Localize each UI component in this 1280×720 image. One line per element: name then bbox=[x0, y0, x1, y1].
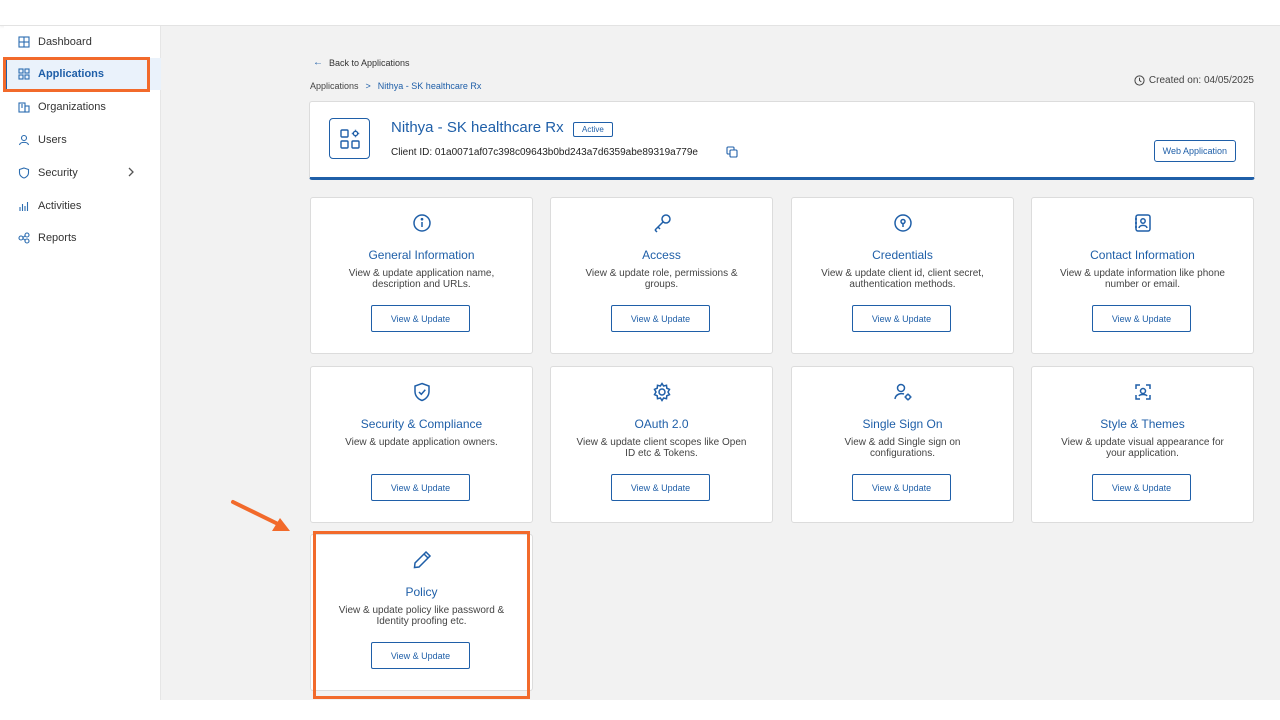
copy-icon[interactable] bbox=[726, 146, 738, 158]
card-general-information: General Information View & update applic… bbox=[310, 197, 533, 354]
shield-check-icon bbox=[411, 381, 433, 403]
card-single-sign-on: Single Sign On View & add Single sign on… bbox=[791, 366, 1014, 523]
key-icon bbox=[651, 212, 673, 234]
applications-icon bbox=[17, 67, 31, 81]
sidebar-item-reports[interactable]: Reports bbox=[4, 222, 161, 254]
breadcrumb: Applications > Nithya - SK healthcare Rx bbox=[310, 81, 481, 91]
card-access: Access View & update role, permissions &… bbox=[550, 197, 773, 354]
organizations-icon bbox=[17, 100, 31, 114]
view-update-button[interactable]: View & Update bbox=[852, 474, 951, 501]
breadcrumb-root[interactable]: Applications bbox=[310, 81, 359, 91]
card-credentials: Credentials View & update client id, cli… bbox=[791, 197, 1014, 354]
sidebar-item-label: Dashboard bbox=[38, 36, 92, 48]
card-description: View & add Single sign on configurations… bbox=[844, 437, 961, 459]
view-update-button[interactable]: View & Update bbox=[1092, 305, 1191, 332]
sidebar: Dashboard Applications Organizations Use… bbox=[4, 26, 161, 700]
pencil-icon bbox=[411, 549, 433, 571]
application-header-card: Nithya - SK healthcare Rx Active Client … bbox=[309, 101, 1255, 180]
web-application-button[interactable]: Web Application bbox=[1153, 140, 1236, 162]
card-contact-information: Contact Information View & update inform… bbox=[1031, 197, 1254, 354]
card-title: Style & Themes bbox=[1100, 417, 1185, 431]
sidebar-item-security[interactable]: Security bbox=[4, 157, 161, 189]
back-link-label: Back to Applications bbox=[329, 57, 410, 68]
view-update-button[interactable]: View & Update bbox=[371, 474, 470, 501]
view-update-button[interactable]: View & Update bbox=[611, 305, 710, 332]
card-description: View & update application name, descript… bbox=[348, 268, 495, 290]
bar-chart-icon bbox=[17, 199, 31, 213]
card-title: Security & Compliance bbox=[360, 417, 483, 431]
card-description: View & update role, permissions & groups… bbox=[585, 268, 738, 290]
view-update-button[interactable]: View & Update bbox=[1092, 474, 1191, 501]
user-icon bbox=[17, 133, 31, 147]
annotation-arrow-icon bbox=[231, 500, 290, 531]
card-description: View & update application owners. bbox=[345, 437, 498, 448]
created-date: Created on: 04/05/2025 bbox=[1134, 75, 1254, 86]
shield-icon bbox=[17, 166, 31, 180]
back-to-applications-link[interactable]: ← Back to Applications bbox=[313, 57, 410, 68]
arrow-left-icon: ← bbox=[313, 57, 323, 68]
reports-icon bbox=[17, 231, 31, 245]
chevron-right-icon[interactable] bbox=[125, 166, 137, 178]
status-badge: Active bbox=[573, 122, 613, 137]
card-description: View & update client scopes like Open ID… bbox=[576, 437, 747, 459]
card-title: Credentials bbox=[872, 248, 933, 262]
card-title: Contact Information bbox=[1090, 248, 1195, 262]
card-title: Access bbox=[642, 248, 681, 262]
application-name: Nithya - SK healthcare Rx bbox=[391, 119, 564, 136]
card-security-compliance: Security & Compliance View & update appl… bbox=[310, 366, 533, 523]
card-description: View & update policy like password & Ide… bbox=[338, 605, 505, 627]
card-oauth: OAuth 2.0 View & update client scopes li… bbox=[550, 366, 773, 523]
lock-circle-icon bbox=[892, 212, 914, 234]
sidebar-item-dashboard[interactable]: Dashboard bbox=[4, 26, 161, 58]
sidebar-item-label: Reports bbox=[38, 232, 77, 244]
client-id-text: Client ID: 01a0071af07c398c09643b0bd243a… bbox=[391, 147, 698, 158]
top-bar bbox=[0, 0, 1280, 26]
view-update-button[interactable]: View & Update bbox=[611, 474, 710, 501]
card-style-themes: Style & Themes View & update visual appe… bbox=[1031, 366, 1254, 523]
contact-card-icon bbox=[1132, 212, 1154, 234]
sidebar-item-label: Users bbox=[38, 134, 67, 146]
view-update-button[interactable]: View & Update bbox=[371, 305, 470, 332]
breadcrumb-current: Nithya - SK healthcare Rx bbox=[377, 81, 482, 91]
card-description: View & update client id, client secret, … bbox=[821, 268, 984, 290]
palette-icon bbox=[1132, 381, 1154, 403]
sidebar-item-organizations[interactable]: Organizations bbox=[4, 91, 161, 123]
sidebar-item-label: Activities bbox=[38, 200, 82, 212]
card-title: Policy bbox=[405, 585, 438, 599]
sidebar-item-activities[interactable]: Activities bbox=[4, 190, 161, 222]
breadcrumb-separator: > bbox=[365, 81, 371, 91]
clock-icon bbox=[1134, 75, 1145, 86]
created-date-text: Created on: 04/05/2025 bbox=[1148, 75, 1254, 86]
dashboard-icon bbox=[17, 35, 31, 49]
card-title: Single Sign On bbox=[862, 417, 943, 431]
application-icon bbox=[329, 118, 370, 159]
sidebar-item-label: Organizations bbox=[38, 101, 106, 113]
info-icon bbox=[411, 212, 433, 234]
card-title: OAuth 2.0 bbox=[634, 417, 689, 431]
sidebar-item-users[interactable]: Users bbox=[4, 124, 161, 156]
card-title: General Information bbox=[368, 248, 475, 262]
gear-icon bbox=[651, 381, 673, 403]
card-description: View & update visual appearance for your… bbox=[1061, 437, 1224, 459]
user-gear-icon bbox=[892, 381, 914, 403]
sidebar-item-label: Applications bbox=[38, 68, 105, 80]
sidebar-item-label: Security bbox=[38, 167, 78, 179]
view-update-button[interactable]: View & Update bbox=[371, 642, 470, 669]
sidebar-item-applications[interactable]: Applications bbox=[4, 58, 161, 90]
card-policy: Policy View & update policy like passwor… bbox=[310, 534, 533, 691]
card-description: View & update information like phone num… bbox=[1060, 268, 1225, 290]
view-update-button[interactable]: View & Update bbox=[852, 305, 951, 332]
